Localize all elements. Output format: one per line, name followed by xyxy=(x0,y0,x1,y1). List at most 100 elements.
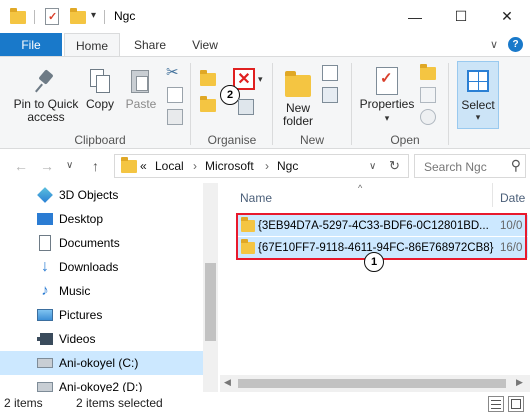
horizontal-scrollbar-thumb[interactable] xyxy=(238,379,506,388)
delete-dropdown-icon[interactable]: ▾ xyxy=(258,74,263,85)
ribbon-separator xyxy=(351,63,352,145)
history-icon[interactable] xyxy=(420,109,436,125)
address-segment-ngc[interactable]: Ngc xyxy=(277,159,298,173)
status-selected-count: 2 items selected xyxy=(76,396,163,410)
properties-icon xyxy=(376,67,398,95)
downloads-icon: ↓ xyxy=(41,258,49,275)
forward-button[interactable]: → xyxy=(40,158,54,174)
paste-icon xyxy=(129,67,153,95)
recent-locations-button[interactable]: ∨ xyxy=(66,160,73,171)
desktop-icon xyxy=(37,213,53,225)
nav-item-pictures[interactable]: Pictures xyxy=(0,303,203,327)
nav-item-drive-c[interactable]: Ani-okoyel (C:) xyxy=(0,351,203,375)
scroll-left-icon[interactable]: ◀ xyxy=(224,377,231,388)
nav-item-downloads[interactable]: ↓ Downloads xyxy=(0,255,203,279)
horizontal-scrollbar[interactable]: ◀ ▶ xyxy=(220,375,530,392)
tab-home[interactable]: Home xyxy=(64,33,120,57)
address-segment-microsoft[interactable]: Microsoft xyxy=(205,159,254,173)
nav-item-label: Pictures xyxy=(59,308,103,322)
easy-access-icon[interactable] xyxy=(322,87,338,103)
ribbon-tabs: File Home Share View ∨ ? xyxy=(0,33,530,57)
ribbon-separator xyxy=(190,63,191,145)
customize-qat-icon[interactable]: ▾ xyxy=(91,10,96,21)
help-icon[interactable]: ? xyxy=(508,37,523,52)
address-bar[interactable]: « Local › Microsoft › Ngc ∨ ↻ xyxy=(114,154,409,178)
scroll-right-icon[interactable]: ▶ xyxy=(516,377,523,388)
copy-button[interactable]: Copy xyxy=(84,69,116,111)
column-header-name[interactable]: Name xyxy=(240,191,272,205)
nav-item-label: 3D Objects xyxy=(59,188,119,202)
open-icon[interactable] xyxy=(420,64,436,81)
pictures-icon xyxy=(37,309,53,321)
nav-item-videos[interactable]: Videos xyxy=(0,327,203,351)
nav-item-3d-objects[interactable]: 3D Objects xyxy=(0,183,203,207)
organise-group-label: Organise xyxy=(207,133,257,147)
qat-separator-2 xyxy=(104,10,105,24)
documents-icon xyxy=(39,235,51,251)
search-icon: ⚲ xyxy=(510,157,521,173)
nav-item-desktop[interactable]: Desktop xyxy=(0,207,203,231)
sort-ascending-icon: ^ xyxy=(358,183,363,193)
back-button[interactable]: ← xyxy=(14,158,28,174)
select-icon xyxy=(467,70,489,92)
select-button[interactable]: Select ▾ xyxy=(457,61,499,129)
move-to-icon[interactable] xyxy=(200,70,216,87)
address-separator[interactable]: › xyxy=(265,159,269,173)
properties-qat-icon[interactable]: ✓ xyxy=(45,8,59,25)
folder-app-icon xyxy=(10,8,26,24)
ribbon-expand-icon[interactable]: ∨ xyxy=(490,38,498,51)
column-divider[interactable] xyxy=(492,183,493,207)
new-folder-icon xyxy=(285,71,311,97)
address-folder-icon xyxy=(121,157,137,173)
nav-scrollbar-thumb[interactable] xyxy=(205,263,216,341)
drive-icon xyxy=(37,382,53,392)
nav-item-label: Videos xyxy=(59,332,96,346)
up-button[interactable]: ↑ xyxy=(92,158,99,174)
search-input[interactable]: Search Ngc ⚲ xyxy=(414,154,526,178)
cut-icon[interactable]: ✂ xyxy=(166,65,182,81)
copy-path-icon[interactable] xyxy=(167,87,183,103)
3d-objects-icon xyxy=(37,187,53,203)
new-folder-button[interactable]: New folder xyxy=(278,71,318,128)
details-view-icon[interactable] xyxy=(488,396,504,412)
tab-view[interactable]: View xyxy=(180,33,230,57)
annotation-badge-1: 1 xyxy=(364,252,384,272)
pin-quick-access-button[interactable]: Pin to Quick access xyxy=(8,69,84,124)
minimize-button[interactable]: — xyxy=(392,0,438,33)
copy-to-icon[interactable] xyxy=(200,96,216,113)
navigation-pane: 3D Objects Desktop Documents ↓ Downloads… xyxy=(0,183,218,392)
videos-icon xyxy=(37,333,53,345)
drive-icon xyxy=(37,358,53,368)
paste-label: Paste xyxy=(125,97,157,111)
status-item-count: 2 items xyxy=(4,396,43,410)
nav-item-music[interactable]: ♪ Music xyxy=(0,279,203,303)
column-header-date[interactable]: Date xyxy=(500,191,525,205)
address-row: ← → ∨ ↑ « Local › Microsoft › Ngc ∨ ↻ Se… xyxy=(0,149,530,183)
select-label: Select xyxy=(461,98,495,112)
nav-item-label: Music xyxy=(59,284,91,298)
tab-share[interactable]: Share xyxy=(124,33,176,57)
highlight-annotation-box xyxy=(236,213,527,260)
paste-shortcut-icon[interactable] xyxy=(167,109,183,125)
address-overflow[interactable]: « xyxy=(140,159,147,173)
close-button[interactable]: ✕ xyxy=(484,0,530,33)
properties-button[interactable]: Properties ▾ xyxy=(358,67,416,125)
ribbon-separator xyxy=(272,63,273,145)
new-folder-qat-icon[interactable] xyxy=(70,8,86,24)
maximize-button[interactable]: ☐ xyxy=(438,0,484,33)
paste-button[interactable]: Paste xyxy=(124,67,158,111)
nav-item-documents[interactable]: Documents xyxy=(0,231,203,255)
address-dropdown-icon[interactable]: ∨ xyxy=(369,161,376,172)
refresh-icon[interactable]: ↻ xyxy=(389,158,400,174)
tab-file[interactable]: File xyxy=(0,33,62,57)
nav-item-label: Ani-okoye2 (D:) xyxy=(59,380,143,392)
address-segment-local[interactable]: Local xyxy=(155,159,184,173)
new-item-icon[interactable] xyxy=(322,65,338,81)
address-separator[interactable]: › xyxy=(193,159,197,173)
properties-dropdown-icon: ▾ xyxy=(384,113,390,123)
rename-icon[interactable] xyxy=(238,99,254,115)
large-icons-view-icon[interactable] xyxy=(508,396,524,412)
edit-icon[interactable] xyxy=(420,87,436,103)
annotation-badge-2: 2 xyxy=(220,85,240,105)
nav-item-drive-d[interactable]: Ani-okoye2 (D:) xyxy=(0,375,203,392)
